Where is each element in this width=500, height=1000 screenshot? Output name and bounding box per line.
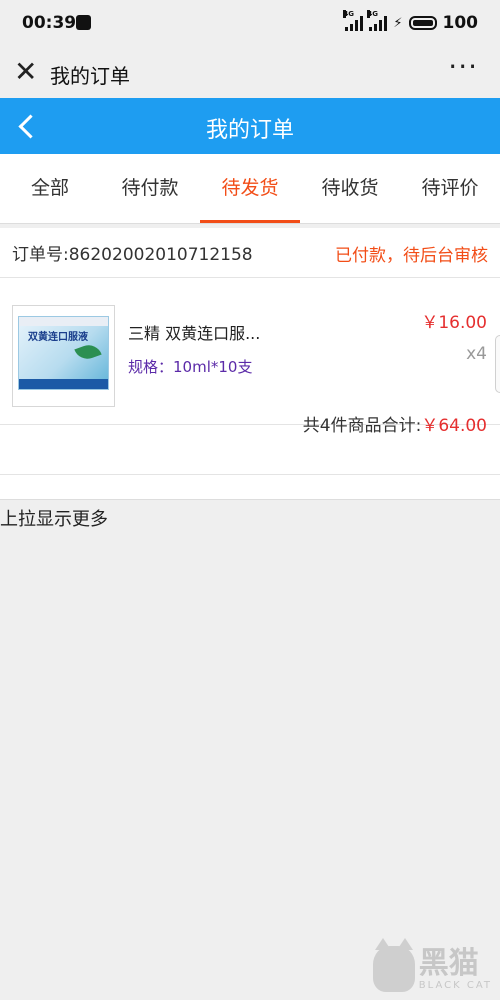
order-number: 订单号:86202002010712158 [12,245,253,265]
product-image[interactable]: 双黄连口服液 [12,305,115,407]
product-name[interactable]: 三精 双黄连口服... [128,320,260,344]
battery-level: 100 [442,13,479,33]
tab-pending-receipt[interactable]: 待收货 [300,154,400,223]
side-handle[interactable] [495,335,500,393]
signal-icon: 4G [343,10,364,31]
order-total-amount: ￥64.00 [421,416,487,436]
product-package: 双黄连口服液 [18,316,109,390]
list-divider [0,475,500,500]
watermark: 黑猫 BLACK CAT [372,938,492,992]
leaf-icon [74,341,102,363]
product-quantity: x4 [466,344,487,364]
order-total: 共4件商品合计:￥64.00 [0,416,500,475]
order-header: 订单号:86202002010712158 已付款，待后台审核 [0,228,500,278]
more-icon[interactable]: ··· [448,50,478,83]
load-more-text: 上拉显示更多 [0,509,108,530]
webview-header: ✕ 我的订单 ··· [0,48,500,98]
page-title: 我的订单 [205,118,294,143]
close-icon[interactable]: ✕ [14,58,37,86]
signal-icon-2: 4G [367,10,388,31]
tab-pending-shipment[interactable]: 待发货 [200,154,300,223]
status-icons: 4G 4G ⚡ 100 [343,10,479,33]
order-total-text: 共4件商品合计:￥64.00 [302,416,487,436]
order-card[interactable]: 订单号:86202002010712158 已付款，待后台审核 双黄连口服液 三… [0,228,500,475]
order-status: 已付款，待后台审核 [335,246,488,266]
status-bar: 00:39 4G 4G ⚡ 100 [0,0,500,48]
product-price: ￥16.00 [421,313,487,333]
order-tabs: 全部 待付款 待发货 待收货 待评价 [0,154,500,224]
order-item[interactable]: 双黄连口服液 三精 双黄连口服... 规格：10ml*10支 ￥16.00 x4 [0,278,500,425]
app-bar: 我的订单 [0,98,500,154]
battery-icon [408,16,437,30]
product-spec: 规格：10ml*10支 [128,358,253,376]
tab-pending-review[interactable]: 待评价 [400,154,500,223]
product-image-label: 双黄连口服液 [28,332,88,343]
cat-logo-icon [372,938,415,992]
tab-pending-payment[interactable]: 待付款 [100,154,200,223]
notification-icon [76,15,91,30]
watermark-cn: 黑猫 [418,945,479,981]
charging-icon: ⚡ [393,15,403,31]
webview-title: 我的订单 [50,64,130,88]
watermark-en: BLACK CAT [418,979,492,991]
tab-all[interactable]: 全部 [0,154,100,223]
status-time: 00:39 [22,13,77,33]
